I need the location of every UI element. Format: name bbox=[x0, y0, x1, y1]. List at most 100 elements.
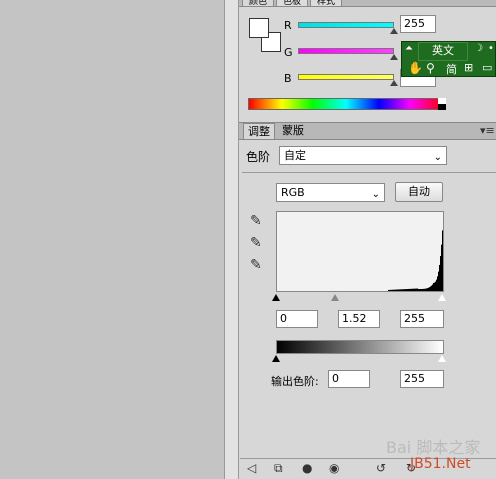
red-slider[interactable] bbox=[298, 22, 394, 28]
input-gray-slider[interactable] bbox=[331, 294, 339, 301]
color-spectrum-bar[interactable] bbox=[248, 98, 444, 110]
histogram-bar bbox=[433, 282, 434, 291]
histogram-bar bbox=[422, 288, 423, 291]
histogram-bar bbox=[392, 289, 393, 291]
gray-point-eyedropper-icon[interactable]: ✎ bbox=[250, 236, 262, 250]
keyboard-icon[interactable]: ▭ bbox=[482, 61, 492, 74]
input-gamma-field[interactable]: 1.52 bbox=[338, 310, 380, 328]
histogram-bar bbox=[417, 288, 418, 291]
output-levels-label: 输出色阶: bbox=[271, 375, 319, 388]
input-white-slider[interactable] bbox=[438, 294, 446, 301]
panel-menu-icon[interactable]: ▾≡ bbox=[480, 124, 495, 138]
chevron-down-icon: ⌄ bbox=[371, 189, 380, 200]
histogram-bar bbox=[411, 288, 412, 291]
visibility-icon[interactable]: ● bbox=[302, 461, 312, 475]
histogram-bar bbox=[388, 289, 389, 291]
histogram-bar bbox=[442, 230, 443, 291]
foreground-color-swatch[interactable] bbox=[249, 18, 269, 38]
histogram-bar bbox=[390, 289, 391, 291]
histogram-bar bbox=[437, 276, 438, 291]
chevron-down-icon: ⌄ bbox=[433, 152, 442, 163]
preset-dropdown[interactable]: 自定 ⌄ bbox=[279, 146, 447, 165]
tab-swatches[interactable]: 色板 bbox=[276, 0, 308, 7]
histogram-bar bbox=[438, 271, 439, 291]
histogram-bar bbox=[404, 289, 405, 291]
histogram-bar bbox=[412, 288, 413, 291]
histogram-bar bbox=[432, 284, 433, 291]
histogram-bar bbox=[424, 288, 425, 291]
previous-state-icon[interactable]: ↺ bbox=[376, 461, 386, 475]
moon-icon[interactable]: ☽ bbox=[474, 43, 483, 54]
histogram-bar bbox=[408, 288, 409, 291]
histogram-bar bbox=[393, 289, 394, 291]
back-arrow-icon[interactable]: ◁ bbox=[247, 461, 256, 475]
eye-icon[interactable]: ◉ bbox=[329, 461, 339, 475]
output-white-field[interactable]: 255 bbox=[400, 370, 444, 388]
green-slider[interactable] bbox=[298, 48, 394, 54]
ime-toolbar[interactable]: ⏶ 英文 ☽ • ✋ ⚲ 简 ⊞ ▭ bbox=[401, 41, 496, 77]
input-black-slider[interactable] bbox=[272, 294, 280, 301]
preset-value: 自定 bbox=[284, 149, 306, 162]
histogram-bar bbox=[397, 289, 398, 291]
histogram-bar bbox=[399, 289, 400, 291]
histogram-bar bbox=[426, 288, 427, 291]
histogram-bar bbox=[427, 288, 428, 291]
tab-adjustments[interactable]: 调整 bbox=[243, 123, 275, 139]
ime-mode-simplified[interactable]: 简 bbox=[446, 61, 457, 77]
panel-dock-divider[interactable] bbox=[224, 0, 239, 479]
histogram-bar bbox=[421, 288, 422, 291]
ime-expand-icon[interactable]: ⏶ bbox=[405, 43, 413, 54]
channel-value: RGB bbox=[281, 186, 305, 199]
histogram-bar bbox=[401, 289, 402, 291]
document-canvas bbox=[0, 0, 224, 479]
histogram-bar bbox=[406, 289, 407, 291]
black-swatch[interactable] bbox=[438, 104, 446, 110]
histogram-bar bbox=[396, 289, 397, 291]
blue-channel-label: B bbox=[284, 72, 292, 85]
hand-icon[interactable]: ✋ bbox=[408, 61, 423, 75]
tab-color[interactable]: 颜色 bbox=[242, 0, 274, 7]
input-black-field[interactable]: 0 bbox=[276, 310, 318, 328]
histogram-bar bbox=[425, 288, 426, 291]
histogram-bar bbox=[420, 288, 421, 291]
histogram-bar bbox=[414, 288, 415, 291]
output-white-slider[interactable] bbox=[438, 355, 446, 362]
histogram-bar bbox=[434, 282, 435, 291]
channel-dropdown[interactable]: RGB ⌄ bbox=[276, 183, 385, 202]
histogram-bar bbox=[410, 288, 411, 291]
clip-to-layer-icon[interactable]: ⧉ bbox=[274, 461, 283, 475]
blue-slider[interactable] bbox=[298, 74, 394, 80]
histogram-bar bbox=[441, 244, 442, 291]
histogram-bar bbox=[431, 285, 432, 291]
histogram-bar bbox=[418, 288, 419, 291]
histogram-bar bbox=[402, 289, 403, 291]
histogram-bar bbox=[439, 264, 440, 291]
green-slider-thumb[interactable] bbox=[390, 54, 398, 60]
red-value-field[interactable]: 255 bbox=[400, 15, 436, 33]
auto-button[interactable]: 自动 bbox=[395, 182, 443, 202]
ime-language-toggle[interactable]: 英文 bbox=[418, 42, 468, 61]
red-slider-thumb[interactable] bbox=[390, 28, 398, 34]
histogram-bar bbox=[440, 256, 441, 291]
output-black-slider[interactable] bbox=[272, 355, 280, 362]
dot-icon[interactable]: • bbox=[488, 43, 494, 54]
white-point-eyedropper-icon[interactable]: ✎ bbox=[250, 258, 262, 272]
search-icon[interactable]: ⚲ bbox=[426, 61, 435, 75]
separator bbox=[242, 172, 496, 173]
red-channel-label: R bbox=[284, 19, 292, 32]
grid-icon[interactable]: ⊞ bbox=[464, 61, 473, 74]
black-point-eyedropper-icon[interactable]: ✎ bbox=[250, 214, 262, 228]
tab-styles[interactable]: 样式 bbox=[310, 0, 342, 7]
watermark: Bai 脚本之家 bbox=[386, 438, 481, 457]
blue-slider-thumb[interactable] bbox=[390, 80, 398, 86]
input-white-field[interactable]: 255 bbox=[400, 310, 444, 328]
histogram-bar bbox=[389, 289, 390, 291]
histogram-bar bbox=[409, 288, 410, 291]
histogram-bar bbox=[416, 288, 417, 291]
tab-masks[interactable]: 蒙版 bbox=[278, 123, 308, 138]
output-black-field[interactable]: 0 bbox=[328, 370, 370, 388]
histogram-bar bbox=[395, 289, 396, 291]
output-gradient bbox=[276, 340, 444, 354]
histogram-bar bbox=[407, 289, 408, 291]
adjustment-type-label: 色阶 bbox=[246, 150, 271, 164]
